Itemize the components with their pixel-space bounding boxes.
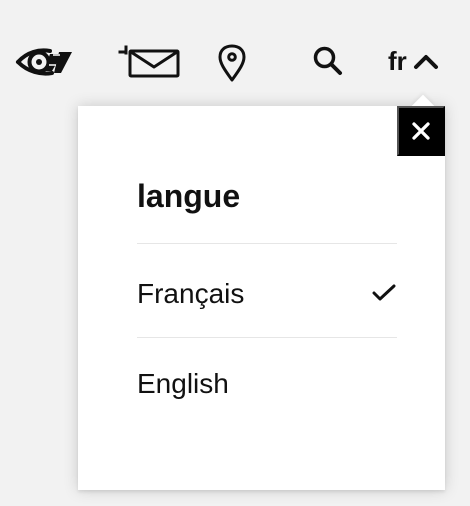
current-language: fr (388, 46, 407, 76)
language-option-label: Français (137, 278, 245, 309)
language-option-label: English (137, 368, 229, 399)
location-button[interactable] (216, 42, 248, 84)
close-button[interactable] (397, 106, 445, 156)
mail-button[interactable] (118, 44, 182, 80)
language-dropdown-panel: langue Français English (78, 94, 445, 490)
mail-icon (118, 45, 180, 78)
visibility-button[interactable] (14, 44, 76, 80)
search-button[interactable] (311, 44, 345, 78)
language-toggle[interactable]: fr (388, 42, 458, 80)
divider (137, 243, 397, 244)
chevron-up-icon (413, 55, 438, 69)
top-toolbar: fr (0, 0, 470, 110)
checkmark-icon (372, 284, 396, 301)
language-option-french[interactable]: Français (137, 274, 397, 318)
page-frame: fr langue Français English (0, 0, 470, 506)
close-icon (412, 122, 430, 140)
divider (137, 337, 397, 338)
search-icon (313, 46, 342, 75)
eye-icon (16, 48, 72, 76)
language-title: langue (137, 178, 241, 214)
language-option-english[interactable]: English (137, 364, 397, 408)
location-pin-icon (218, 44, 246, 82)
